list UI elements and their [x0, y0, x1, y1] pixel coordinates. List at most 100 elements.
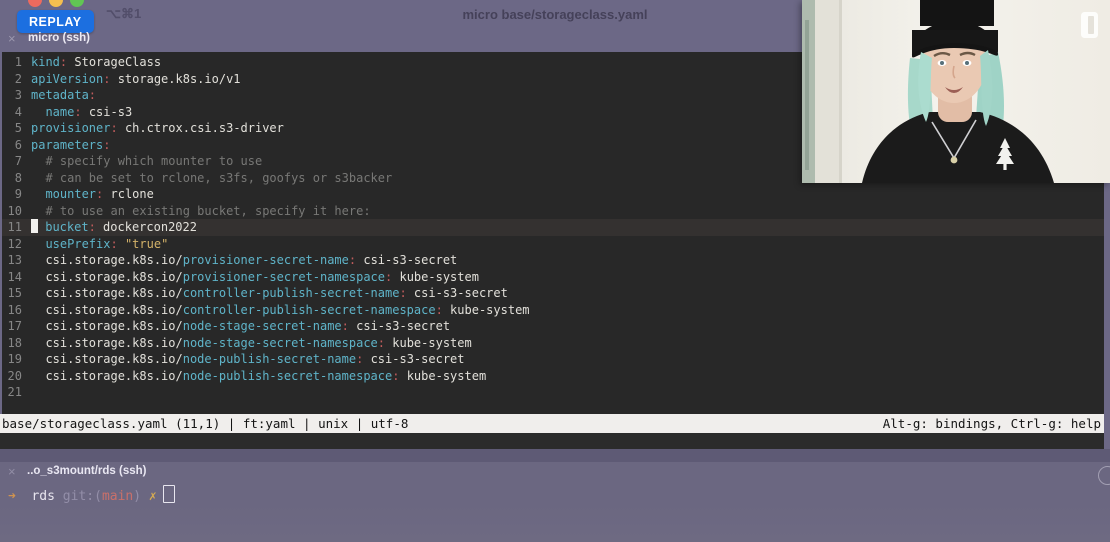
- code-token: csi.storage.k8s.io/: [31, 336, 183, 350]
- code-token: kube-system: [385, 336, 472, 350]
- prompt-segment: ): [133, 489, 149, 504]
- code-token: usePrefix: [45, 237, 110, 251]
- code-token: :: [110, 121, 117, 135]
- code-token: # specify which mounter to use: [31, 154, 262, 168]
- text-cursor: [31, 219, 38, 233]
- line-number: 13: [2, 252, 22, 269]
- code-token: :: [89, 88, 96, 102]
- corner-icon[interactable]: [1098, 466, 1110, 485]
- code-token: csi-s3: [82, 105, 133, 119]
- beanie-top: [920, 0, 994, 26]
- code-token: kube-system: [443, 303, 530, 317]
- code-token: :: [378, 336, 385, 350]
- code-token: :: [436, 303, 443, 317]
- editor-line-15[interactable]: 15 csi.storage.k8s.io/controller-publish…: [2, 285, 1104, 302]
- code-token: provisioner: [31, 121, 110, 135]
- line-number: 10: [2, 203, 22, 220]
- code-token: csi-s3-secret: [349, 319, 450, 333]
- code-token: node-stage-secret-namespace: [183, 336, 378, 350]
- code-token: kind: [31, 55, 60, 69]
- line-number: 4: [2, 104, 22, 121]
- code-token: [118, 237, 125, 251]
- iris-left: [940, 61, 944, 65]
- line-number: 9: [2, 186, 22, 203]
- line-number: 8: [2, 170, 22, 187]
- wall-column-edge: [839, 0, 842, 183]
- code-token: apiVersion: [31, 72, 103, 86]
- editor-line-19[interactable]: 19 csi.storage.k8s.io/node-publish-secre…: [2, 351, 1104, 368]
- editor-line-9[interactable]: 9 mounter: rclone: [2, 186, 1104, 203]
- code-token: parameters: [31, 138, 103, 152]
- tab-close-icon[interactable]: ×: [8, 31, 16, 46]
- editor-line-10[interactable]: 10 # to use an existing bucket, specify …: [2, 203, 1104, 220]
- code-token: :: [89, 220, 96, 234]
- editor-line-20[interactable]: 20 csi.storage.k8s.io/node-publish-secre…: [2, 368, 1104, 385]
- line-number: 7: [2, 153, 22, 170]
- code-token: csi.storage.k8s.io/: [31, 369, 183, 383]
- code-token: metadata: [31, 88, 89, 102]
- code-token: # can be set to rclone, s3fs, goofys or …: [31, 171, 392, 185]
- code-token: csi-s3-secret: [363, 352, 464, 366]
- editor-line-13[interactable]: 13 csi.storage.k8s.io/provisioner-secret…: [2, 252, 1104, 269]
- code-token: csi.storage.k8s.io/: [31, 303, 183, 317]
- statusbar-file-info: base/storageclass.yaml (11,1) | ft:yaml …: [2, 414, 408, 433]
- line-number: 16: [2, 302, 22, 319]
- prompt-segment: main: [102, 489, 133, 504]
- code-token: node-publish-secret-name: [183, 352, 356, 366]
- code-token: controller-publish-secret-name: [183, 286, 400, 300]
- code-token: provisioner-secret-namespace: [183, 270, 385, 284]
- necklace-pendant: [951, 157, 958, 164]
- code-token: [31, 187, 45, 201]
- webcam-picture: [802, 0, 1110, 183]
- code-token: StorageClass: [67, 55, 161, 69]
- editor-line-17[interactable]: 17 csi.storage.k8s.io/node-stage-secret-…: [2, 318, 1104, 335]
- editor-line-18[interactable]: 18 csi.storage.k8s.io/node-stage-secret-…: [2, 335, 1104, 352]
- code-token: kube-system: [399, 369, 486, 383]
- code-token: # to use an existing bucket, specify it …: [31, 204, 371, 218]
- code-token: :: [342, 319, 349, 333]
- prompt-segment: git:(: [63, 489, 102, 504]
- editor-line-14[interactable]: 14 csi.storage.k8s.io/provisioner-secret…: [2, 269, 1104, 286]
- code-token: ch.ctrox.csi.s3-driver: [118, 121, 284, 135]
- code-token: mounter: [45, 187, 96, 201]
- code-token: csi.storage.k8s.io/: [31, 352, 183, 366]
- terminal-bottom-padding: [0, 433, 1104, 449]
- code-token: :: [103, 138, 110, 152]
- iris-right: [965, 61, 969, 65]
- line-number: 17: [2, 318, 22, 335]
- code-token: :: [399, 286, 406, 300]
- line-number: 21: [2, 384, 22, 401]
- shell-prompt[interactable]: ➜ rds git:(main) ✗: [8, 485, 175, 505]
- webcam-device-icon: [1081, 12, 1098, 38]
- editor-line-21[interactable]: 21: [2, 384, 1104, 401]
- line-number: 12: [2, 236, 22, 253]
- prompt-segment: rds: [16, 489, 63, 504]
- bottom-tab-label[interactable]: ..o_s3mount/rds (ssh): [27, 465, 147, 477]
- code-token: name: [45, 105, 74, 119]
- line-number: 18: [2, 335, 22, 352]
- second-terminal-window: × ..o_s3mount/rds (ssh) ➜ rds git:(main)…: [0, 449, 1110, 542]
- editor-line-11[interactable]: 11 bucket: dockercon2022: [2, 219, 1104, 236]
- prompt-segment: ✗: [149, 489, 157, 504]
- wall-column: [815, 0, 841, 183]
- tab-label[interactable]: micro (ssh): [28, 32, 90, 44]
- code-token: csi.storage.k8s.io/: [31, 286, 183, 300]
- statusbar: base/storageclass.yaml (11,1) | ft:yaml …: [0, 414, 1104, 433]
- line-number: 20: [2, 368, 22, 385]
- editor-line-12[interactable]: 12 usePrefix: "true": [2, 236, 1104, 253]
- editor-line-16[interactable]: 16 csi.storage.k8s.io/controller-publish…: [2, 302, 1104, 319]
- bottom-tab-close-icon[interactable]: ×: [8, 464, 16, 479]
- code-token: node-publish-secret-namespace: [183, 369, 393, 383]
- line-number: 2: [2, 71, 22, 88]
- code-token: csi.storage.k8s.io/: [31, 319, 183, 333]
- code-token: node-stage-secret-name: [183, 319, 342, 333]
- line-number: 15: [2, 285, 22, 302]
- code-token: :: [74, 105, 81, 119]
- code-token: bucket: [45, 220, 88, 234]
- code-token: kube-system: [392, 270, 479, 284]
- line-number: 6: [2, 137, 22, 154]
- window-reflection-line: [805, 20, 809, 170]
- code-token: csi-s3-secret: [356, 253, 457, 267]
- webcam-overlay: [802, 0, 1110, 183]
- shell-cursor: [163, 485, 175, 503]
